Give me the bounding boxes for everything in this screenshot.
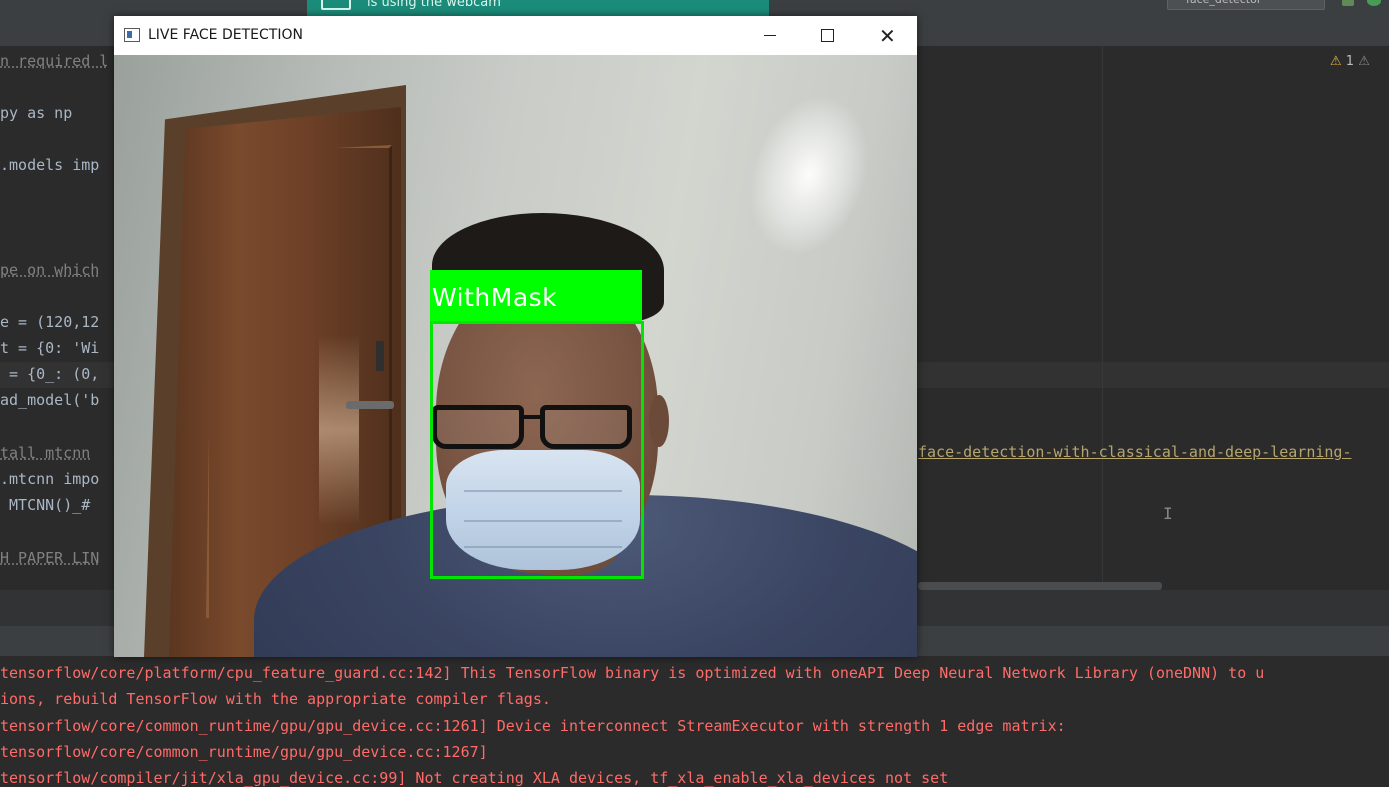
inspection-widget[interactable]: ⚠ 1 ⚠ — [1330, 54, 1370, 69]
console-line: ions, rebuild TensorFlow with the approp… — [0, 690, 551, 708]
right-margin-guide — [1102, 46, 1103, 591]
horizontal-scrollbar[interactable] — [918, 582, 1162, 590]
warning-count: 1 — [1345, 54, 1355, 69]
webcam-feed: WithMask — [114, 55, 917, 657]
code-line: .mtcnn impo — [0, 470, 100, 488]
door-handle — [346, 401, 394, 409]
door-lock — [376, 341, 384, 371]
code-url-link[interactable]: face-detection-with-classical-and-deep-l… — [918, 443, 1351, 461]
person-ear — [649, 395, 669, 447]
code-line: MTCNN()_# — [0, 496, 91, 514]
close-button[interactable]: ✕ — [857, 16, 915, 55]
face-bounding-box — [430, 321, 644, 579]
wall-light-reflection — [731, 81, 887, 269]
maximize-button[interactable] — [799, 16, 857, 55]
detection-label: WithMask — [432, 283, 558, 312]
door-reflection — [319, 335, 359, 525]
console-line: tensorflow/compiler/jit/xla_gpu_device.c… — [0, 769, 949, 787]
console-line: tensorflow/core/platform/cpu_feature_gua… — [0, 664, 1265, 682]
code-line: .models imp — [0, 156, 100, 174]
weak-warning-icon: ⚠ — [1358, 54, 1370, 69]
warning-icon: ⚠ — [1330, 54, 1342, 69]
console-line: tensorflow/core/common_runtime/gpu/gpu_d… — [0, 717, 1066, 735]
code-line: n required l — [0, 52, 109, 70]
run-config-label: face_detector — [1186, 0, 1261, 6]
window-title: LIVE FACE DETECTION — [148, 27, 303, 43]
notification-text: is using the webcam — [367, 0, 501, 10]
code-line: = {0_: (0, — [0, 365, 100, 383]
code-line: py as np — [0, 104, 73, 122]
code-line: t = {0: 'Wi — [0, 339, 100, 357]
run-config-selector[interactable]: face_detector — [1167, 0, 1325, 10]
console-line: tensorflow/core/common_runtime/gpu/gpu_d… — [0, 743, 488, 761]
maximize-icon — [821, 29, 834, 42]
minimize-button[interactable] — [741, 16, 799, 55]
close-icon: ✕ — [879, 24, 896, 48]
code-line: tall mtcnn — [0, 444, 91, 462]
app-icon — [124, 28, 140, 42]
code-line: e = (120,12 — [0, 313, 100, 331]
code-line: H PAPER LIN — [0, 549, 100, 567]
build-icon[interactable] — [1342, 0, 1354, 6]
code-line: ad_model('b — [0, 391, 100, 409]
window-titlebar[interactable]: LIVE FACE DETECTION ✕ — [114, 16, 917, 55]
minimize-icon — [764, 35, 776, 36]
run-console[interactable]: tensorflow/core/platform/cpu_feature_gua… — [0, 656, 1389, 787]
live-face-detection-window[interactable]: LIVE FACE DETECTION ✕ WithMask — [114, 16, 917, 657]
text-cursor: I — [1163, 505, 1173, 523]
code-line: pe on which — [0, 261, 100, 279]
camera-icon — [321, 0, 351, 10]
